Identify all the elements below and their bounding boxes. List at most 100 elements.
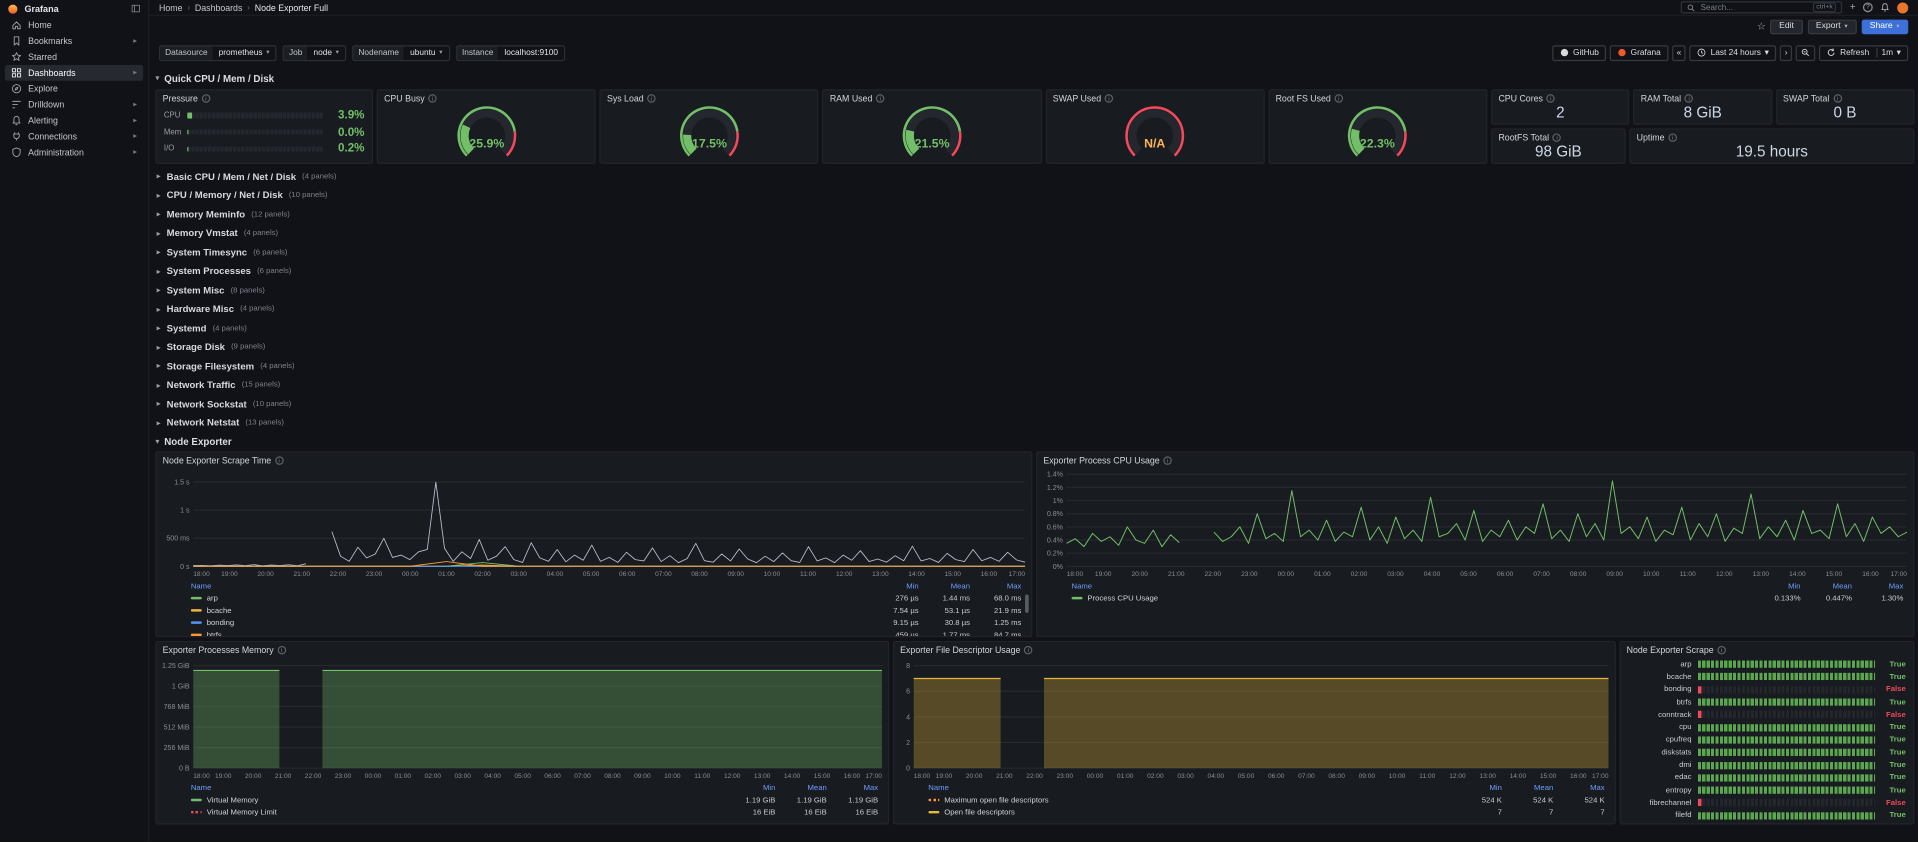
gauge[interactable]: N/A: [1047, 104, 1264, 163]
row-memory-vmstat[interactable]: ▸ Memory Vmstat (4 panels): [155, 224, 1914, 241]
grafana-link-button[interactable]: Grafana: [1609, 44, 1669, 61]
sidebar-item-drilldown[interactable]: Drilldown ▸: [5, 97, 143, 113]
info-icon[interactable]: i: [1552, 133, 1562, 142]
sidebar-item-dashboards[interactable]: Dashboards ▸: [4, 64, 144, 81]
panel-title[interactable]: CPU Cores: [1498, 93, 1542, 104]
info-icon[interactable]: i: [1163, 456, 1172, 465]
panel-title[interactable]: Exporter File Descriptor Usage: [900, 645, 1020, 656]
time-shift-forward-button[interactable]: ›: [1779, 44, 1793, 61]
row-network-netstat[interactable]: ▸ Network Netstat (13 panels): [155, 414, 1914, 431]
info-icon[interactable]: i: [428, 94, 437, 103]
panel-title[interactable]: Exporter Processes Memory: [163, 645, 274, 656]
panel-title[interactable]: Root FS Used: [1276, 93, 1331, 104]
sidebar-item-bookmarks[interactable]: Bookmarks ▸: [5, 33, 143, 49]
legend-series-name[interactable]: arp: [190, 594, 867, 602]
time-shift-back-button[interactable]: «: [1671, 44, 1687, 61]
info-icon[interactable]: i: [277, 645, 286, 655]
breadcrumb-item-node-exporter-full[interactable]: Node Exporter Full: [255, 2, 328, 13]
panel-title[interactable]: SWAP Total: [1783, 93, 1829, 104]
collector-bar-gauge[interactable]: [1697, 723, 1876, 732]
variable-datasource[interactable]: Datasource prometheus ▾: [159, 44, 277, 61]
row-hardware-misc[interactable]: ▸ Hardware Misc (4 panels): [155, 300, 1914, 317]
info-icon[interactable]: i: [876, 94, 885, 103]
pressure-bar-gauge[interactable]: [187, 112, 323, 119]
row-node-exporter[interactable]: ▾ Node Exporter: [155, 433, 1914, 450]
grafana-logo-icon[interactable]: [7, 3, 18, 14]
panel-title[interactable]: RootFS Total: [1498, 132, 1549, 143]
info-icon[interactable]: i: [1334, 94, 1344, 103]
panel-title[interactable]: Pressure: [163, 93, 198, 104]
info-icon[interactable]: i: [1832, 94, 1842, 103]
time-series-plot[interactable]: 0% 0.2% 0.4% 0.6% 0.8% 1% 1.2% 1.4% 18:00 19:00 20…: [1037, 466, 1913, 580]
time-range-picker[interactable]: Last 24 hours ▾: [1689, 44, 1777, 61]
row-network-sockstat[interactable]: ▸ Network Sockstat (10 panels): [155, 395, 1914, 412]
row-basic-cpu-mem-net-disk[interactable]: ▸ Basic CPU / Mem / Net / Disk (4 panels): [155, 168, 1914, 185]
legend-series-name[interactable]: btrfs: [190, 631, 867, 637]
time-series-plot[interactable]: 0 s 500 ms 1 s 1.5 s 18:00 19:00 20:00 21:00 22:…: [157, 466, 1032, 580]
sidebar-item-home[interactable]: Home: [5, 17, 143, 33]
collector-bar-gauge[interactable]: [1697, 761, 1876, 769]
row-systemd[interactable]: ▸ Systemd (4 panels): [155, 319, 1914, 336]
panel-title[interactable]: Uptime: [1637, 132, 1665, 143]
legend-series-name[interactable]: Process CPU Usage: [1071, 594, 1750, 602]
panel-title[interactable]: RAM Used: [830, 93, 873, 104]
gauge[interactable]: 17.5%: [601, 104, 818, 163]
github-link-button[interactable]: GitHub: [1552, 44, 1607, 61]
breadcrumb-item-dashboards[interactable]: Dashboards: [195, 2, 242, 13]
legend-series-name[interactable]: bcache: [190, 606, 867, 615]
pressure-bar-gauge[interactable]: [187, 129, 323, 135]
row-system-processes[interactable]: ▸ System Processes (6 panels): [155, 262, 1914, 279]
info-icon[interactable]: i: [1024, 645, 1033, 655]
panel-title[interactable]: SWAP Used: [1053, 93, 1101, 104]
notifications-icon[interactable]: [1880, 2, 1890, 12]
collector-bar-gauge[interactable]: [1697, 748, 1876, 757]
info-icon[interactable]: i: [1668, 133, 1677, 142]
user-avatar[interactable]: [1897, 1, 1909, 13]
collector-bar-gauge[interactable]: [1697, 774, 1876, 782]
info-icon[interactable]: i: [1717, 645, 1726, 655]
legend-series-name[interactable]: Maximum open file descriptors: [928, 796, 1450, 804]
gauge[interactable]: 22.3%: [1269, 104, 1486, 163]
gauge[interactable]: 21.5%: [824, 104, 1041, 163]
row-storage-disk[interactable]: ▸ Storage Disk (9 panels): [155, 338, 1914, 355]
panel-title[interactable]: RAM Total: [1641, 93, 1681, 104]
collector-bar-gauge[interactable]: [1697, 811, 1876, 820]
help-icon[interactable]: ?: [1862, 2, 1873, 13]
gauge[interactable]: 25.9%: [378, 104, 595, 163]
variable-nodename[interactable]: Nodename ubuntu ▾: [352, 44, 450, 61]
legend-series-name[interactable]: Virtual Memory: [190, 796, 724, 804]
panel-title[interactable]: Node Exporter Scrape: [1627, 645, 1714, 656]
collector-bar-gauge[interactable]: [1697, 685, 1876, 694]
share-button[interactable]: Share ▾: [1861, 18, 1909, 34]
legend-scrollbar[interactable]: [1025, 594, 1029, 613]
info-icon[interactable]: i: [1546, 94, 1556, 103]
legend-series-name[interactable]: Open file descriptors: [928, 808, 1450, 816]
sidebar-item-administration[interactable]: Administration ▸: [5, 144, 143, 160]
info-icon[interactable]: i: [1104, 94, 1114, 103]
row-network-traffic[interactable]: ▸ Network Traffic (15 panels): [155, 376, 1914, 393]
variable-instance[interactable]: Instance localhost:9100: [455, 44, 566, 61]
info-icon[interactable]: i: [1684, 94, 1694, 103]
sidebar-item-alerting[interactable]: Alerting ▸: [5, 113, 143, 129]
panel-title[interactable]: Sys Load: [607, 93, 644, 104]
star-dashboard-icon[interactable]: ☆: [1757, 21, 1766, 32]
info-icon[interactable]: i: [647, 94, 656, 103]
row-system-misc[interactable]: ▸ System Misc (8 panels): [155, 281, 1914, 298]
collector-bar-gauge[interactable]: [1697, 673, 1876, 681]
sidebar-item-starred[interactable]: Starred: [5, 49, 143, 65]
variable-job[interactable]: Job node ▾: [282, 44, 347, 61]
refresh-button[interactable]: Refresh 1m ▾: [1819, 44, 1909, 61]
pressure-bar-gauge[interactable]: [187, 146, 323, 152]
panel-title[interactable]: CPU Busy: [384, 93, 425, 104]
legend-series-name[interactable]: bonding: [190, 618, 867, 627]
legend-series-name[interactable]: Virtual Memory Limit: [190, 808, 724, 816]
row-quick-cpu-mem-disk[interactable]: ▾ Quick CPU / Mem / Disk: [155, 70, 1914, 87]
collector-bar-gauge[interactable]: [1697, 711, 1876, 719]
info-icon[interactable]: i: [274, 456, 284, 465]
add-icon[interactable]: +: [1850, 2, 1856, 12]
collapse-sidebar-icon[interactable]: [131, 4, 141, 14]
panel-title[interactable]: Node Exporter Scrape Time: [163, 455, 271, 466]
collector-bar-gauge[interactable]: [1697, 786, 1876, 794]
collector-bar-gauge[interactable]: [1697, 660, 1876, 669]
time-series-plot[interactable]: 0 B 256 MiB 512 MiB 768 MiB 1 GiB 1.25 GiB 18:…: [157, 656, 888, 782]
